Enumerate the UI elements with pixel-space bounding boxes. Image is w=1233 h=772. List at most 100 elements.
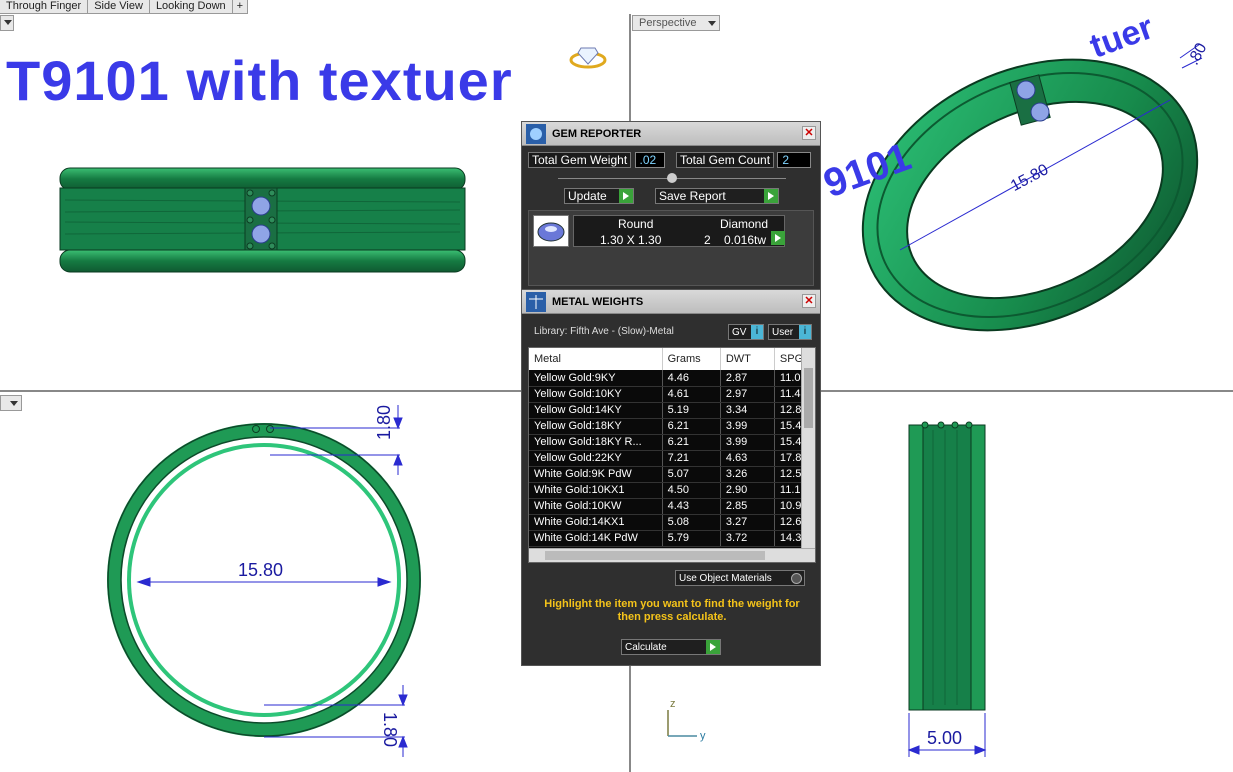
viewport-label-perspective: Perspective <box>639 17 697 29</box>
metal-grams: 4.50 <box>662 482 721 499</box>
gem-size: 1.30 X 1.30 <box>600 233 662 247</box>
total-gem-weight-value[interactable]: .02 <box>634 152 665 168</box>
viewport-menu-top-left[interactable] <box>0 15 14 31</box>
table-row[interactable]: White Gold:10KW 4.43 2.85 10.99 <box>529 498 815 515</box>
chevron-down-icon <box>708 21 716 26</box>
viewport-tabs: Through Finger Side View Looking Down + <box>0 0 249 14</box>
gem-detail-button[interactable] <box>771 231 785 245</box>
metal-name: White Gold:9K PdW <box>529 466 663 483</box>
info-icon: i <box>799 325 811 339</box>
metal-grams: 5.19 <box>662 402 721 419</box>
play-icon <box>619 189 633 203</box>
axis-z-label: z <box>670 698 676 710</box>
diameter-dimension: 15.80 <box>238 560 284 580</box>
tab-looking-down[interactable]: Looking Down <box>150 0 233 13</box>
viewport-menu-perspective[interactable]: Perspective <box>632 15 720 31</box>
calculate-button-label: Calculate <box>625 641 667 653</box>
calculate-button[interactable]: Calculate <box>621 639 721 655</box>
tab-through-finger[interactable]: Through Finger <box>0 0 89 13</box>
tab-side-view[interactable]: Side View <box>88 0 150 13</box>
table-row[interactable]: Yellow Gold:18KY 6.21 3.99 15.41 <box>529 418 815 435</box>
gem-reporter-icon <box>526 124 546 144</box>
ring-front-view <box>59 167 466 273</box>
gem-reporter-panel: GEM REPORTER ✕ Total Gem Weight .02 Tota… <box>521 121 821 293</box>
scrollbar-thumb[interactable] <box>804 368 813 428</box>
metal-name: White Gold:14KX1 <box>529 514 663 531</box>
update-button[interactable]: Update <box>564 188 634 204</box>
metal-table: Metal Grams DWT SPG Yellow Gold:9KY 4.46 2… <box>529 348 815 547</box>
metal-dwt: 2.97 <box>720 386 775 403</box>
close-icon[interactable]: ✕ <box>802 294 816 308</box>
use-object-materials-toggle[interactable]: Use Object Materials <box>675 570 805 586</box>
table-row[interactable]: Yellow Gold:18KY R... 6.21 3.99 15.41 <box>529 434 815 451</box>
metal-weights-panel: METAL WEIGHTS ✕ Library: Fifth Ave - (Sl… <box>521 289 821 666</box>
metal-dwt: 2.90 <box>720 482 775 499</box>
metal-grams: 4.61 <box>662 386 721 403</box>
metal-name: Yellow Gold:18KY <box>529 418 663 435</box>
metal-dwt: 3.27 <box>720 514 775 531</box>
metal-grams: 5.79 <box>662 530 721 547</box>
table-row[interactable]: Yellow Gold:9KY 4.46 2.87 11.08 <box>529 370 815 387</box>
info-icon: i <box>751 325 763 339</box>
metal-name: White Gold:10KX1 <box>529 482 663 499</box>
user-toggle[interactable]: User i <box>768 324 812 340</box>
column-dwt[interactable]: DWT <box>720 348 775 370</box>
play-icon <box>764 189 778 203</box>
metal-name: Yellow Gold:10KY <box>529 386 663 403</box>
save-report-button[interactable]: Save Report <box>655 188 779 204</box>
metal-dwt: 3.26 <box>720 466 775 483</box>
metal-dwt: 3.99 <box>720 418 775 435</box>
table-row[interactable]: White Gold:14K PdW 5.79 3.72 14.37 <box>529 530 815 547</box>
viewport-menu-bottom-left[interactable] <box>0 395 22 411</box>
gem-list: Round Diamond 1.30 X 1.30 2 0.016tw <box>528 210 814 286</box>
add-tab-button[interactable]: + <box>233 0 249 13</box>
horizontal-scrollbar[interactable] <box>529 548 815 562</box>
top-height-dimension: 1.80 <box>374 404 394 440</box>
gem-weight: 0.016tw <box>724 233 767 247</box>
total-gem-count-value[interactable]: 2 <box>777 152 812 168</box>
column-metal[interactable]: Metal <box>529 348 663 370</box>
gv-toggle-label: GV <box>732 326 747 338</box>
gem-type: Diamond <box>720 217 769 231</box>
user-toggle-label: User <box>772 326 794 338</box>
column-grams[interactable]: Grams <box>662 348 721 370</box>
chevron-down-icon <box>10 401 18 406</box>
vertical-scrollbar[interactable] <box>801 348 815 548</box>
gv-toggle[interactable]: GV i <box>728 324 764 340</box>
update-button-label: Update <box>568 189 607 203</box>
gem-count: 2 <box>704 233 711 247</box>
metal-library: Library: Fifth Ave - (Slow)-Metal <box>534 326 674 337</box>
gem-reporter-header[interactable]: GEM REPORTER ✕ <box>522 122 820 146</box>
table-row[interactable]: White Gold:9K PdW 5.07 3.26 12.59 <box>529 466 815 483</box>
table-row[interactable]: Yellow Gold:22KY 7.21 4.63 17.89 <box>529 450 815 467</box>
round-diamond-icon <box>533 215 569 247</box>
table-row[interactable]: White Gold:14KX1 5.08 3.27 12.61 <box>529 514 815 531</box>
splitter-handle-icon[interactable] <box>667 173 677 183</box>
calculate-hint: Highlight the item you want to find the … <box>544 598 800 623</box>
table-row[interactable]: Yellow Gold:14KY 5.19 3.34 12.88 <box>529 402 815 419</box>
radio-icon <box>791 572 802 584</box>
close-icon[interactable]: ✕ <box>802 126 816 140</box>
table-row[interactable]: Yellow Gold:10KY 4.61 2.97 11.45 <box>529 386 815 403</box>
metal-grams: 6.21 <box>662 418 721 435</box>
metal-name: Yellow Gold:9KY <box>529 370 663 387</box>
metal-dwt: 3.99 <box>720 434 775 451</box>
metal-dwt: 3.34 <box>720 402 775 419</box>
table-row[interactable]: White Gold:10KX1 4.50 2.90 11.18 <box>529 482 815 499</box>
total-gem-weight-label: Total Gem Weight <box>528 152 632 168</box>
metal-table-header: Metal Grams DWT SPG <box>529 348 815 370</box>
metal-grams: 4.43 <box>662 498 721 515</box>
metal-grams: 4.46 <box>662 370 721 387</box>
metal-grams: 6.21 <box>662 434 721 451</box>
metal-grams: 5.07 <box>662 466 721 483</box>
metal-name: Yellow Gold:22KY <box>529 450 663 467</box>
metal-grams: 7.21 <box>662 450 721 467</box>
design-title: T9101 with textuer <box>6 48 513 113</box>
axis-y-label: y <box>700 730 706 742</box>
total-gem-count-label: Total Gem Count <box>676 152 775 168</box>
scrollbar-thumb[interactable] <box>545 551 765 560</box>
gem-row[interactable]: Round Diamond 1.30 X 1.30 2 0.016tw <box>573 215 785 247</box>
use-object-materials-label: Use Object Materials <box>679 572 772 584</box>
metal-weights-header[interactable]: METAL WEIGHTS ✕ <box>522 290 820 314</box>
rhino-workspace: Through Finger Side View Looking Down + … <box>0 0 1233 772</box>
